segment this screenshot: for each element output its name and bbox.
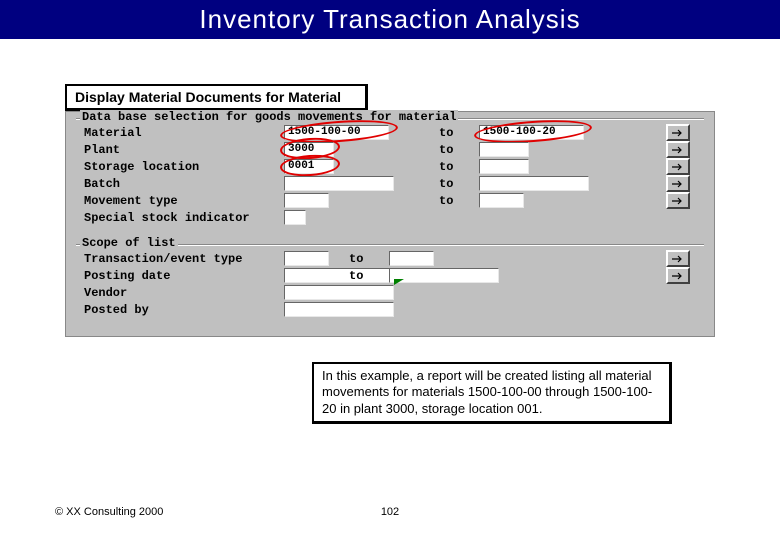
group-db-selection: Data base selection for goods movements … <box>76 118 704 234</box>
input-vendor[interactable] <box>284 285 394 300</box>
input-pdate-to[interactable] <box>389 268 499 283</box>
input-tet-from[interactable] <box>284 251 329 266</box>
arrow-right-icon <box>671 196 685 206</box>
range-button-plant[interactable] <box>666 141 690 158</box>
row-sloc: Storage location 0001 to <box>84 158 696 175</box>
footer-page-number: 102 <box>0 506 780 518</box>
range-button-pdate[interactable] <box>666 267 690 284</box>
input-batch-to[interactable] <box>479 176 589 191</box>
row-posting-date: Posting date to <box>84 267 696 284</box>
arrow-right-icon <box>671 179 685 189</box>
to-label: to <box>439 160 479 174</box>
row-posted-by: Posted by <box>84 301 696 318</box>
arrow-right-icon <box>671 271 685 281</box>
input-plant-to[interactable] <box>479 142 529 157</box>
label-tet: Transaction/event type <box>84 252 284 266</box>
to-label: to <box>349 252 389 266</box>
range-button-batch[interactable] <box>666 175 690 192</box>
input-mvt-to[interactable] <box>479 193 524 208</box>
input-ssi[interactable] <box>284 210 306 225</box>
to-label: to <box>439 143 479 157</box>
row-ssi: Special stock indicator <box>84 209 696 226</box>
label-plant: Plant <box>84 143 284 157</box>
label-mvt: Movement type <box>84 194 284 208</box>
range-button-sloc[interactable] <box>666 158 690 175</box>
label-postedby: Posted by <box>84 303 284 317</box>
arrow-right-icon <box>671 128 685 138</box>
label-ssi: Special stock indicator <box>84 211 284 225</box>
input-material-to[interactable]: 1500-100-20 <box>479 125 584 140</box>
group-scope-of-list: Scope of list Transaction/event type to … <box>76 244 704 326</box>
label-batch: Batch <box>84 177 284 191</box>
arrow-right-icon <box>671 162 685 172</box>
input-mvt-from[interactable] <box>284 193 329 208</box>
range-button-material[interactable] <box>666 124 690 141</box>
label-sloc: Storage location <box>84 160 284 174</box>
label-vendor: Vendor <box>84 286 284 300</box>
input-sloc-from[interactable]: 0001 <box>284 159 334 174</box>
range-button-tet[interactable] <box>666 250 690 267</box>
to-label: to <box>439 194 479 208</box>
label-material: Material <box>84 126 284 140</box>
row-plant: Plant 3000 to <box>84 141 696 158</box>
arrow-right-icon <box>671 145 685 155</box>
arrow-right-icon <box>671 254 685 264</box>
to-label: to <box>439 177 479 191</box>
range-button-mvt[interactable] <box>666 192 690 209</box>
row-material: Material 1500-100-00 to 1500-100-20 <box>84 124 696 141</box>
group-db-selection-label: Data base selection for goods movements … <box>80 110 458 124</box>
row-vendor: Vendor <box>84 284 696 301</box>
input-tet-to[interactable] <box>389 251 434 266</box>
to-label: to <box>439 126 479 140</box>
row-movement-type: Movement type to <box>84 192 696 209</box>
row-batch: Batch to <box>84 175 696 192</box>
input-postedby[interactable] <box>284 302 394 317</box>
sap-selection-panel: Data base selection for goods movements … <box>65 111 715 337</box>
input-batch-from[interactable] <box>284 176 394 191</box>
window-title: Display Material Documents for Material <box>65 84 368 111</box>
to-label: to <box>349 269 389 283</box>
explanation-note: In this example, a report will be create… <box>312 362 672 424</box>
row-trans-event-type: Transaction/event type to <box>84 250 696 267</box>
input-plant-from[interactable]: 3000 <box>284 142 334 157</box>
label-pdate: Posting date <box>84 269 284 283</box>
group-scope-label: Scope of list <box>80 236 178 250</box>
slide-title: Inventory Transaction Analysis <box>0 0 780 39</box>
input-sloc-to[interactable] <box>479 159 529 174</box>
input-material-from[interactable]: 1500-100-00 <box>284 125 389 140</box>
